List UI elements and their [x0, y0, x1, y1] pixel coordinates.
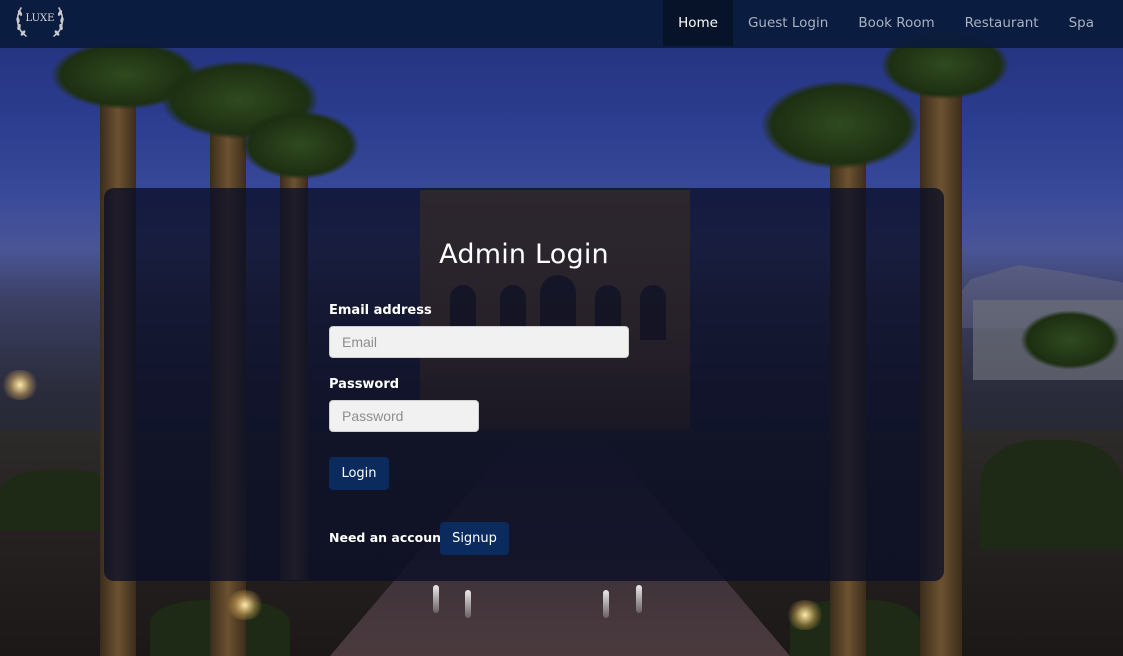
nav-item-spa[interactable]: Spa	[1054, 0, 1109, 46]
signup-button[interactable]: Signup	[440, 522, 509, 555]
main-nav: Home Guest Login Book Room Restaurant Sp…	[663, 0, 1109, 46]
page-title: Admin Login	[439, 239, 609, 270]
password-label: Password	[329, 377, 400, 392]
logo-text: LUXE	[25, 13, 55, 24]
password-field[interactable]	[329, 400, 479, 432]
login-button[interactable]: Login	[329, 457, 389, 490]
nav-item-book-room[interactable]: Book Room	[843, 0, 949, 46]
top-navbar: LUXE Home Guest Login Book Room Restaura…	[0, 0, 1123, 48]
nav-item-restaurant[interactable]: Restaurant	[950, 0, 1054, 46]
login-panel: Admin Login Email address Password Login…	[104, 188, 944, 581]
email-field[interactable]	[329, 326, 629, 358]
email-label: Email address	[329, 303, 432, 318]
nav-item-guest-login[interactable]: Guest Login	[733, 0, 843, 46]
nav-item-home[interactable]: Home	[663, 0, 733, 46]
signup-prompt: Need an account?	[329, 530, 455, 545]
luxe-logo[interactable]: LUXE	[12, 0, 68, 44]
